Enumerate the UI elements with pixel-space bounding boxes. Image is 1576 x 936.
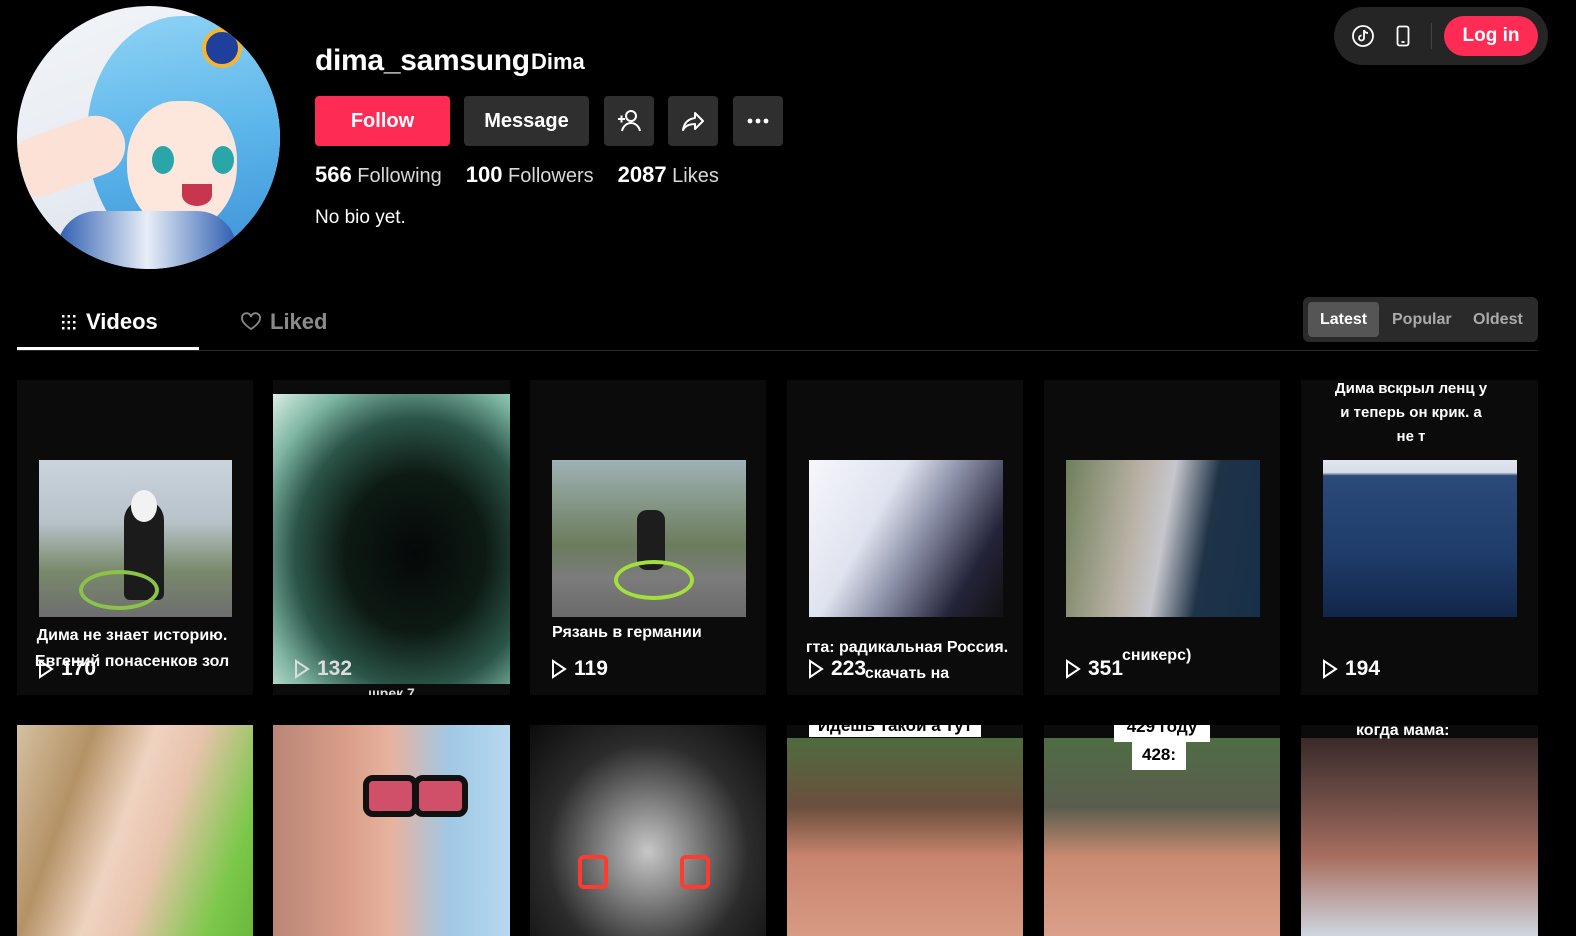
video-overlay-label: когда мама: bbox=[1356, 725, 1450, 739]
video-card[interactable]: Дима вскрыл ленц у и теперь он крик. а н… bbox=[1301, 380, 1538, 695]
profile-bio: No bio yet. bbox=[315, 207, 406, 228]
video-overlay-label: 428: bbox=[1132, 740, 1186, 770]
video-thumbnail bbox=[39, 460, 232, 617]
play-icon bbox=[809, 659, 824, 679]
video-views: 223 bbox=[807, 657, 866, 681]
more-options-button[interactable] bbox=[733, 96, 783, 146]
stat-likes: 2087 Likes bbox=[617, 162, 719, 187]
profile-avatar bbox=[17, 6, 280, 269]
add-user-icon bbox=[618, 110, 641, 132]
video-views: 132 bbox=[293, 657, 352, 681]
video-card[interactable]: Идешь такой а тут bbox=[787, 725, 1023, 936]
video-card[interactable]: когда мама: bbox=[1301, 725, 1538, 936]
play-icon bbox=[1066, 659, 1081, 679]
login-button[interactable]: Log in bbox=[1444, 16, 1538, 56]
top-actions: Log in bbox=[1334, 7, 1548, 65]
stat-followers[interactable]: 100 Followers bbox=[466, 162, 594, 188]
profile-username: dima_samsung bbox=[315, 44, 530, 77]
video-views: 351 bbox=[1064, 657, 1123, 681]
video-thumbnail bbox=[787, 738, 1023, 936]
tab-liked[interactable]: Liked bbox=[240, 307, 327, 337]
top-actions-divider bbox=[1431, 23, 1432, 49]
tiktok-icon[interactable] bbox=[1351, 24, 1375, 48]
video-thumbnail bbox=[809, 460, 1003, 617]
sort-oldest[interactable]: Oldest bbox=[1463, 302, 1533, 337]
video-card[interactable]: шрек 7 132 bbox=[273, 380, 510, 695]
video-card[interactable]: Дима не знает историю. Евгений понасенко… bbox=[17, 380, 253, 695]
video-thumbnail bbox=[1323, 460, 1517, 617]
sort-latest[interactable]: Latest bbox=[1308, 302, 1379, 337]
play-icon bbox=[552, 659, 567, 679]
heart-lock-icon bbox=[241, 312, 261, 331]
video-thumbnail bbox=[1066, 460, 1260, 617]
message-button[interactable]: Message bbox=[464, 96, 589, 146]
play-icon bbox=[295, 659, 310, 679]
video-views: 119 bbox=[550, 657, 608, 681]
mobile-icon[interactable] bbox=[1391, 24, 1415, 48]
play-icon bbox=[1323, 659, 1338, 679]
tabs-divider bbox=[17, 350, 1538, 351]
video-card[interactable] bbox=[17, 725, 253, 936]
share-icon bbox=[682, 112, 704, 131]
video-caption: сникерс) bbox=[1122, 647, 1192, 664]
video-card[interactable]: 429 году 428: bbox=[1044, 725, 1280, 936]
follow-button[interactable]: Follow bbox=[315, 96, 450, 146]
sort-popular[interactable]: Popular bbox=[1382, 302, 1462, 337]
sort-switcher: Latest Popular Oldest bbox=[1303, 297, 1538, 342]
share-button[interactable] bbox=[668, 96, 718, 146]
video-thumbnail bbox=[552, 460, 746, 617]
video-caption: шрек 7 bbox=[368, 685, 415, 695]
more-icon bbox=[747, 118, 769, 124]
video-card[interactable]: гта: радикальная Россия. скачать на 223 bbox=[787, 380, 1023, 695]
video-overlay-label: Идешь такой а тут bbox=[809, 725, 981, 737]
profile-nickname: Dima bbox=[531, 49, 585, 74]
video-thumbnail bbox=[273, 394, 510, 684]
video-card[interactable]: Рязань в германии 119 bbox=[530, 380, 766, 695]
video-card[interactable] bbox=[530, 725, 766, 936]
add-friend-button[interactable] bbox=[604, 96, 654, 146]
tab-videos[interactable]: Videos bbox=[60, 307, 158, 337]
video-card[interactable] bbox=[273, 725, 510, 936]
grid-icon bbox=[62, 315, 76, 330]
video-caption: Рязань в германии bbox=[552, 624, 702, 641]
profile-stats: 566 Following 100 Followers 2087 Likes bbox=[315, 162, 719, 188]
video-thumbnail bbox=[1301, 738, 1538, 936]
play-icon bbox=[39, 659, 54, 679]
stat-following[interactable]: 566 Following bbox=[315, 162, 442, 188]
video-card[interactable]: сникерс) 351 bbox=[1044, 380, 1280, 695]
video-caption: Дима вскрыл ленц у и теперь он крик. а н… bbox=[1334, 380, 1488, 445]
video-views: 170 bbox=[37, 657, 96, 681]
video-views: 194 bbox=[1321, 657, 1380, 681]
